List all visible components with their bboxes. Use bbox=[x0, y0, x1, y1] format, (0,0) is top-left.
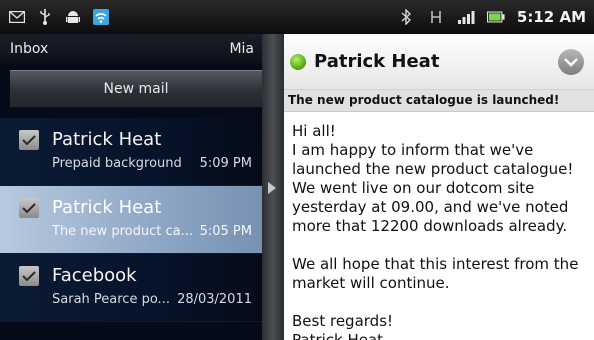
status-icons-left bbox=[0, 8, 110, 26]
mail-list-item[interactable]: Facebook Sarah Pearce po... 28/03/2011 bbox=[0, 254, 262, 322]
mail-list-item-selected[interactable]: Patrick Heat The new product ca... 5:05 … bbox=[0, 186, 262, 254]
mail-date: 28/03/2011 bbox=[177, 292, 252, 307]
mail-checkbox[interactable] bbox=[19, 198, 39, 218]
account-name[interactable]: Mia bbox=[229, 41, 254, 57]
body-line: Best regards! bbox=[292, 312, 394, 330]
status-bar: 5:12 AM bbox=[0, 0, 594, 34]
mail-date: 5:09 PM bbox=[199, 156, 252, 171]
battery-icon bbox=[486, 8, 505, 26]
usb-icon bbox=[36, 8, 54, 26]
reading-pane: Patrick Heat The new product catalogue i… bbox=[284, 34, 594, 340]
body-paragraph: We all hope that this interest from the … bbox=[292, 255, 579, 292]
status-icons-right: 5:12 AM bbox=[397, 8, 594, 26]
android-debug-icon bbox=[64, 8, 82, 26]
mail-list-item[interactable]: Patrick Heat Prepaid background 5:09 PM bbox=[0, 118, 262, 186]
mail-subject: The new product ca... bbox=[52, 224, 193, 239]
folder-name[interactable]: Inbox bbox=[10, 41, 48, 57]
mail-date: 5:05 PM bbox=[199, 224, 252, 239]
mail-list: Patrick Heat Prepaid background 5:09 PM … bbox=[0, 118, 262, 322]
mail-sender: Facebook bbox=[52, 265, 137, 286]
message-sender[interactable]: Patrick Heat bbox=[314, 51, 439, 72]
body-line: Patrick Heat bbox=[292, 331, 384, 340]
network-h-icon bbox=[427, 8, 445, 26]
expand-details-button[interactable] bbox=[558, 48, 584, 75]
inbox-pane: Inbox Mia New mail Patrick Heat Prepaid … bbox=[0, 34, 262, 340]
mail-checkbox[interactable] bbox=[19, 130, 39, 150]
message-subject: The new product catalogue is launched! bbox=[284, 90, 594, 112]
notification-mail-icon bbox=[8, 8, 26, 26]
wifi-icon bbox=[92, 8, 110, 26]
mail-checkbox[interactable] bbox=[19, 266, 39, 286]
mail-sender: Patrick Heat bbox=[52, 197, 162, 218]
mail-sender: Patrick Heat bbox=[52, 129, 162, 150]
message-header: Patrick Heat bbox=[284, 34, 594, 90]
signal-icon bbox=[457, 8, 475, 26]
new-mail-button[interactable]: New mail bbox=[10, 70, 262, 108]
status-time: 5:12 AM bbox=[516, 8, 586, 26]
chevron-down-icon bbox=[564, 57, 578, 67]
bluetooth-icon bbox=[397, 8, 415, 26]
mail-subject: Prepaid background bbox=[52, 156, 182, 171]
mail-subject: Sarah Pearce po... bbox=[52, 292, 170, 307]
inbox-header: Inbox Mia bbox=[0, 34, 262, 64]
collapse-arrow-icon[interactable] bbox=[268, 182, 276, 194]
presence-online-icon bbox=[290, 53, 306, 70]
body-paragraph: I am happy to inform that we've launched… bbox=[292, 141, 574, 235]
body-line: Hi all! bbox=[292, 122, 336, 140]
message-body: Hi all! I am happy to inform that we've … bbox=[284, 112, 594, 340]
pane-divider-handle[interactable] bbox=[262, 34, 284, 340]
